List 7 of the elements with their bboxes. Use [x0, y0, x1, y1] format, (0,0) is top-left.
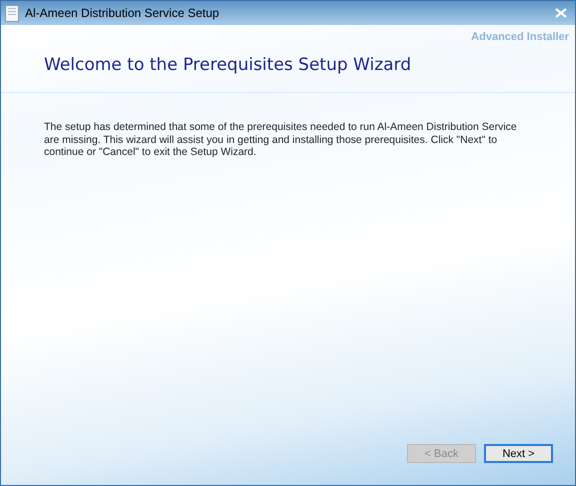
- close-icon[interactable]: [555, 8, 567, 18]
- brand-text: Advanced Installer: [471, 30, 570, 45]
- wizard-heading: Welcome to the Prerequisites Setup Wizard: [43, 54, 412, 76]
- document-icon: [5, 4, 19, 22]
- description-text: The setup has determined that some of the prerequisites needed to run Al-Ameen Distribution Service are missing. This wizard will assist you in getting and installing those prerequisites. Click "Next" to continue or "Cancel" to exit the Setup Wizard.: [43, 120, 518, 159]
- window-title: Al-Ameen Distribution Service Setup: [25, 5, 220, 22]
- next-button[interactable]: Next >: [484, 444, 553, 463]
